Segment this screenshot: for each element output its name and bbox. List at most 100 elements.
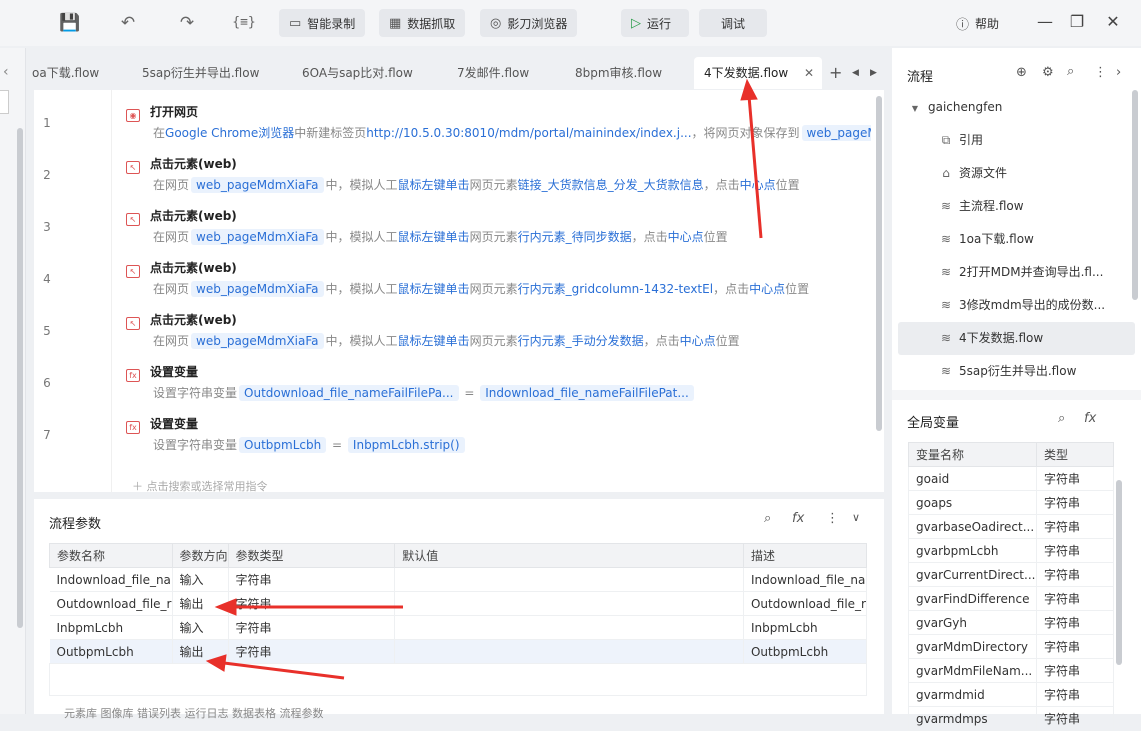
step-click-element[interactable]: ↖ 点击元素(web) 在网页 web_pageMdmXiaFa 中，模拟人工鼠标左键… bbox=[126, 206, 871, 248]
chevron-right-icon[interactable]: › bbox=[1116, 65, 1121, 80]
bottom-tabs[interactable]: 元素库 图像库 错误列表 运行日志 数据表格 流程参数 bbox=[64, 705, 323, 721]
layers-icon: ≋ bbox=[940, 364, 952, 378]
table-row[interactable]: goaid 字符串 bbox=[908, 466, 1115, 491]
browser-icon: ◎ bbox=[490, 15, 502, 31]
search-icon[interactable]: ⌕ bbox=[1058, 411, 1065, 426]
table-row[interactable]: gvarMdmFileNam... 字符串 bbox=[908, 658, 1115, 683]
add-variable-icon[interactable]: fx bbox=[1084, 411, 1096, 426]
line-number: 6 bbox=[43, 376, 51, 390]
table-row[interactable]: gvarmdmid 字符串 bbox=[908, 682, 1115, 707]
layers-icon: ≋ bbox=[940, 331, 952, 345]
table-row[interactable]: gvarMdmDirectory 字符串 bbox=[908, 634, 1115, 659]
table-row[interactable]: gvarCurrentDirect... 字符串 bbox=[908, 562, 1115, 587]
step-click-element[interactable]: ↖ 点击元素(web) 在网页 web_pageMdmXiaFa 中，模拟人工鼠标左键… bbox=[126, 154, 871, 196]
tree-item-flow[interactable]: ≋ 5sap衍生并导出.flow bbox=[892, 355, 1141, 388]
step-click-element[interactable]: ↖ 点击元素(web) 在网页 web_pageMdmXiaFa 中，模拟人工鼠标左键… bbox=[126, 310, 871, 352]
step-open-webpage[interactable]: ◉ 打开网页 在Google Chrome浏览器中新建标签页http://10.5… bbox=[126, 102, 871, 144]
column-header: 描述 bbox=[742, 543, 868, 568]
table-row[interactable]: Indownload_file_na 输入 字符串 Indownload_file_n… bbox=[49, 567, 868, 592]
flow-editor: 1 2 3 4 5 6 7 ◉ 打开网页 在Google Chrome浏览器中新建… bbox=[34, 90, 884, 494]
tab-5sap[interactable]: 5sap衍生并导出.flow bbox=[142, 57, 259, 89]
add-variable-icon[interactable]: fx bbox=[792, 511, 804, 526]
tab-7mail[interactable]: 7发邮件.flow bbox=[457, 57, 529, 89]
data-capture-button[interactable]: ▦ 数据抓取 bbox=[379, 9, 466, 37]
flow-tree-scrollbar[interactable] bbox=[1132, 90, 1138, 300]
table-row[interactable]: Outdownload_file_r 输出 字符串 Outdownload_file_… bbox=[49, 591, 868, 616]
code-icon[interactable]: {≡} bbox=[232, 11, 256, 35]
tab-next-icon[interactable]: ▶ bbox=[870, 57, 877, 89]
flow-params-panel: 流程参数 ⌕ fx ⋮ ∨ 参数名称 参数方向 参数类型 默认值 描述 Indo… bbox=[34, 499, 884, 720]
maximize-icon[interactable]: ❐ bbox=[1066, 12, 1088, 31]
click-element-icon: ↖ bbox=[126, 317, 140, 330]
tree-item-flow[interactable]: ≋ 3修改mdm导出的成份数... bbox=[892, 289, 1141, 322]
add-command-hint[interactable]: ＋ 点击搜索或选择常用指令 bbox=[132, 478, 268, 494]
tree-item-flow[interactable]: ≋ 2打开MDM并查询导出.fl... bbox=[892, 256, 1141, 289]
more-icon[interactable]: ⋮ bbox=[1094, 65, 1107, 80]
search-icon[interactable]: ⌕ bbox=[764, 511, 771, 526]
table-row[interactable]: gvarbaseOadirect... 字符串 bbox=[908, 514, 1115, 539]
settings-icon[interactable]: ⚙ bbox=[1042, 65, 1054, 80]
right-panel: 流程 ⊕ ⚙ ⌕ ⋮ › ▼ gaichengfen ⧉ 引用 ⌂ 资源文件 ≋ 主流程… bbox=[892, 48, 1141, 731]
table-row[interactable]: goaps 字符串 bbox=[908, 490, 1115, 515]
table-row[interactable]: gvarFindDifference 字符串 bbox=[908, 586, 1115, 611]
flow-tabs: oa下载.flow 5sap衍生并导出.flow 6OA与sap比对.flow … bbox=[26, 57, 888, 89]
left-scrollbar[interactable] bbox=[17, 128, 23, 628]
open-webpage-icon: ◉ bbox=[126, 109, 140, 122]
save-icon[interactable]: 💾 bbox=[58, 11, 82, 35]
chevron-down-icon[interactable]: ∨ bbox=[852, 511, 860, 524]
add-flow-icon[interactable]: ⊕ bbox=[1016, 65, 1027, 80]
minimize-icon[interactable]: — bbox=[1034, 12, 1056, 31]
click-element-icon: ↖ bbox=[126, 213, 140, 226]
smart-record-button[interactable]: ▭ 智能录制 bbox=[279, 9, 366, 37]
step-click-element[interactable]: ↖ 点击元素(web) 在网页 web_pageMdmXiaFa 中，模拟人工鼠标左键… bbox=[126, 258, 871, 300]
params-title: 流程参数 bbox=[49, 517, 102, 532]
layers-icon: ≋ bbox=[940, 298, 952, 312]
tree-item-flow[interactable]: ≋ 主流程.flow bbox=[892, 190, 1141, 223]
flow-tree-panel: 流程 ⊕ ⚙ ⌕ ⋮ › ▼ gaichengfen ⧉ 引用 ⌂ 资源文件 ≋ 主流程… bbox=[892, 48, 1141, 390]
search-icon[interactable]: ⌕ bbox=[1067, 64, 1074, 79]
add-tab-icon[interactable]: + bbox=[829, 57, 842, 89]
tab-6oa[interactable]: 6OA与sap比对.flow bbox=[302, 57, 413, 89]
click-element-icon: ↖ bbox=[126, 161, 140, 174]
tab-4dispatch[interactable]: 4下发数据.flow ✕ bbox=[694, 57, 822, 89]
top-toolbar: 💾 ↶ ↷ {≡} ▭ 智能录制 ▦ 数据抓取 ◎ 影刀浏览器 ▷ 运行 调试 ⓘ 帮助 … bbox=[0, 0, 1141, 46]
play-icon: ▷ bbox=[631, 15, 641, 31]
step-set-variable[interactable]: fx 设置变量 设置字符串变量 Outdownload_file_nameFailF… bbox=[126, 362, 871, 404]
help-button[interactable]: ⓘ 帮助 bbox=[946, 9, 1009, 37]
column-header: 类型 bbox=[1035, 442, 1115, 467]
tree-item-flow[interactable]: ≋ 1oa下载.flow bbox=[892, 223, 1141, 256]
debug-button[interactable]: 调试 bbox=[699, 9, 767, 37]
editor-scrollbar[interactable] bbox=[876, 96, 882, 431]
tree-item-flow-selected[interactable]: ≋ 4下发数据.flow bbox=[898, 322, 1135, 355]
table-row-selected[interactable]: OutbpmLcbh 输出 字符串 OutbpmLcbh bbox=[49, 639, 868, 664]
tab-8bpm[interactable]: 8bpm审核.flow bbox=[575, 57, 662, 89]
tab-prev-icon[interactable]: ◀ bbox=[852, 57, 859, 89]
left-collapsed-panel: ‹ bbox=[0, 48, 26, 714]
tab-close-icon[interactable]: ✕ bbox=[804, 57, 814, 89]
undo-icon[interactable]: ↶ bbox=[116, 11, 140, 35]
tree-item-reference[interactable]: ⧉ 引用 bbox=[892, 124, 1141, 157]
more-icon[interactable]: ⋮ bbox=[826, 511, 839, 526]
tree-item-resources[interactable]: ⌂ 资源文件 bbox=[892, 157, 1141, 190]
step-set-variable[interactable]: fx 设置变量 设置字符串变量 OutbpmLcbh = InbpmLcbh.str… bbox=[126, 414, 871, 456]
table-row[interactable]: gvarmdmps 字符串 bbox=[908, 706, 1115, 731]
variable-icon: fx bbox=[126, 421, 140, 434]
table-row[interactable]: gvarGyh 字符串 bbox=[908, 610, 1115, 635]
line-number: 1 bbox=[43, 116, 51, 130]
globals-title: 全局变量 bbox=[907, 416, 960, 431]
run-button[interactable]: ▷ 运行 bbox=[621, 9, 689, 37]
chevron-left-icon[interactable]: ‹ bbox=[3, 64, 9, 80]
search-box-edge[interactable] bbox=[0, 90, 9, 114]
globals-scrollbar[interactable] bbox=[1116, 480, 1122, 665]
browser-button[interactable]: ◎ 影刀浏览器 bbox=[480, 9, 578, 37]
tab-oa-download[interactable]: oa下载.flow bbox=[32, 57, 99, 89]
line-number: 2 bbox=[43, 168, 51, 182]
close-icon[interactable]: ✕ bbox=[1102, 12, 1124, 31]
redo-icon[interactable]: ↷ bbox=[175, 11, 199, 35]
globals-table: 变量名称 类型 goaid 字符串 goaps 字符串 gvarbaseOadirec… bbox=[908, 442, 1115, 731]
table-row[interactable]: gvarbpmLcbh 字符串 bbox=[908, 538, 1115, 563]
layers-icon: ≋ bbox=[940, 199, 952, 213]
table-header-row: 参数名称 参数方向 参数类型 默认值 描述 bbox=[49, 543, 868, 568]
tree-root[interactable]: ▼ gaichengfen bbox=[892, 91, 1141, 124]
table-row[interactable]: InbpmLcbh 输入 字符串 InbpmLcbh bbox=[49, 615, 868, 640]
